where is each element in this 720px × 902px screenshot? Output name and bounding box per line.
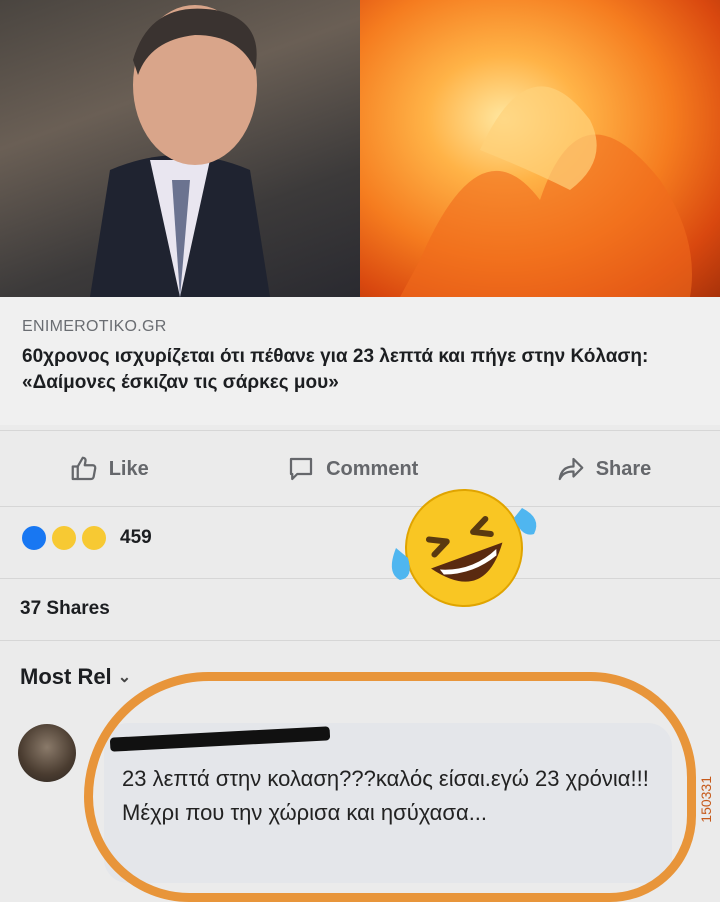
link-source: ENIMEROTIKO.GR <box>22 318 167 335</box>
like-label: Like <box>108 457 149 480</box>
shares-count[interactable]: 37 Shares <box>20 598 110 620</box>
comment-icon <box>289 457 313 481</box>
sort-label: Most Rel <box>20 664 112 689</box>
thumbs-up-icon <box>71 456 97 481</box>
link-headline[interactable]: 60χρονος ισχυρίζεται ότι πέθανε για 23 λ… <box>22 344 682 396</box>
chevron-down-icon: ⌄ <box>117 669 132 686</box>
commenter-avatar[interactable] <box>18 724 76 782</box>
divider <box>0 430 720 431</box>
fire-image <box>360 0 720 297</box>
laughing-tears-emoji-icon <box>391 489 537 607</box>
divider <box>0 640 720 641</box>
reaction-count: 459 <box>120 527 152 548</box>
share-label: Share <box>595 457 652 480</box>
divider <box>0 506 720 507</box>
divider <box>0 578 720 579</box>
watermark-id: 150331 <box>698 776 714 823</box>
action-bar: Like Comment Share <box>0 438 720 500</box>
like-button[interactable]: Like <box>69 454 149 484</box>
link-preview-image[interactable] <box>0 0 720 297</box>
share-button[interactable]: Share <box>556 454 652 484</box>
haha-reaction-icon <box>50 524 78 552</box>
share-icon <box>558 457 584 481</box>
comment-sort-dropdown[interactable]: Most Rel ⌄ <box>20 664 131 690</box>
reaction-summary[interactable]: 459 <box>20 524 152 552</box>
man-photo <box>0 0 360 297</box>
highlight-circle <box>84 672 696 902</box>
like-reaction-icon <box>20 524 48 552</box>
wow-reaction-icon <box>80 524 108 552</box>
